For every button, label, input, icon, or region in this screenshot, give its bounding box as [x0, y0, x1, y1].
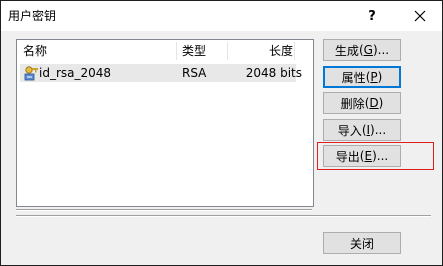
export-mnemonic: E — [364, 149, 373, 163]
properties-mnemonic: P — [370, 70, 378, 84]
close-button[interactable]: 关闭 — [323, 232, 401, 254]
import-button-label: 导入 — [337, 123, 362, 138]
delete-mnemonic: D — [369, 96, 379, 110]
title-bar: 用户密钥 ? — [1, 1, 442, 31]
column-divider — [176, 42, 177, 60]
key-length: 2048 bits — [245, 66, 302, 80]
properties-button-label: 属性 — [341, 70, 366, 85]
key-type: RSA — [182, 66, 207, 80]
delete-button[interactable]: 删除(D) — [323, 92, 401, 114]
column-divider — [294, 42, 295, 60]
list-item[interactable]: id_rsa_2048 RSA 2048 bits — [20, 64, 302, 82]
export-button[interactable]: 导出(E)... — [323, 145, 401, 167]
column-header-length[interactable]: 长度 — [269, 40, 293, 62]
key-icon — [23, 65, 39, 81]
key-list[interactable]: 名称 类型 长度 id_rsa_2048 RSA 2048 bits — [16, 39, 314, 207]
key-name: id_rsa_2048 — [39, 66, 112, 80]
import-mnemonic: I — [366, 123, 371, 137]
divider — [16, 209, 312, 211]
user-keys-dialog: 用户密钥 ? 名称 类型 长度 id_rsa_2048 RSA 2048 bit… — [0, 0, 443, 266]
close-button-label: 关闭 — [349, 236, 374, 251]
generate-mnemonic: G — [363, 43, 373, 57]
generate-button-label: 生成 — [334, 43, 359, 58]
generate-button[interactable]: 生成(G)... — [323, 39, 401, 61]
import-button[interactable]: 导入(I)... — [323, 119, 401, 141]
close-icon — [414, 10, 425, 22]
column-header-type[interactable]: 类型 — [182, 40, 206, 62]
divider — [16, 215, 431, 217]
delete-button-label: 删除 — [340, 96, 365, 111]
list-header: 名称 类型 长度 — [17, 40, 313, 62]
column-divider — [227, 42, 228, 60]
dialog-title: 用户密钥 — [8, 9, 57, 23]
export-button-label: 导出 — [335, 149, 360, 164]
import-ellipsis: ... — [374, 123, 387, 137]
column-header-name[interactable]: 名称 — [23, 40, 47, 62]
export-ellipsis: ... — [376, 149, 389, 163]
properties-button[interactable]: 属性(P) — [323, 66, 401, 88]
close-window-button[interactable] — [397, 1, 442, 31]
generate-ellipsis: ... — [377, 43, 390, 57]
help-button[interactable]: ? — [355, 1, 389, 31]
